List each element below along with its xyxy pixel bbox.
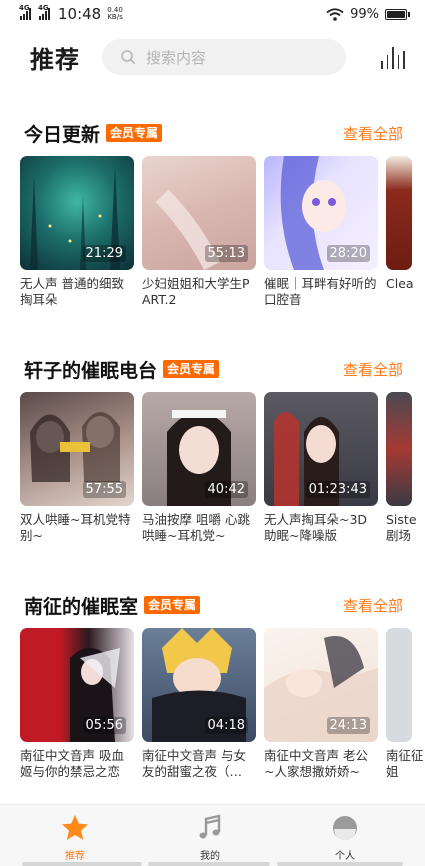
- card-thumbnail: 24:13: [264, 628, 378, 742]
- audio-card[interactable]: 24:13 南征中文音声 老公~人家想撒娇娇~: [264, 628, 378, 780]
- audio-card[interactable]: 04:18 南征中文音声 与女友的甜蜜之夜（…: [142, 628, 256, 780]
- profile-circle-icon: [333, 816, 357, 840]
- card-title: 少妇姐姐和大学生PART.2: [142, 276, 250, 307]
- audio-card[interactable]: 55:13 少妇姐姐和大学生PART.2: [142, 156, 256, 308]
- card-title: 无人声掏耳朵~3D助眠~降噪版: [264, 512, 368, 543]
- status-right: 99%: [326, 6, 410, 22]
- search-icon: [121, 50, 136, 65]
- network-speed: 0.40 KB/s: [107, 7, 123, 21]
- tab-label: 我的: [200, 851, 220, 862]
- tab-indicator: [148, 862, 270, 866]
- section-nanzheng-room: 南征的催眠室 会员专属 查看全部 05:56 南征中文音声 吸血姬与你的禁忌之恋: [0, 592, 425, 792]
- status-bar: 4G 4G 10:48 0.40 KB/s 99%: [0, 0, 425, 28]
- section-today-updates: 今日更新 会员专属 查看全部 21:29 无人声 普通的细致掏耳朵 55:13 …: [0, 120, 425, 320]
- card-thumbnail: [386, 156, 412, 270]
- card-title: 无人声 普通的细致掏耳朵: [20, 276, 124, 307]
- duration-label: 40:42: [204, 481, 248, 498]
- duration-label: 21:29: [82, 245, 126, 262]
- card-thumbnail: 57:55: [20, 392, 134, 506]
- duration-label: 24:13: [326, 717, 370, 734]
- section-header: 今日更新 会员专属 查看全部: [24, 120, 403, 146]
- signal-icon: 4G: [19, 4, 31, 20]
- star-icon: [62, 815, 88, 840]
- card-title: 双人哄睡~耳机党特别~: [20, 512, 131, 543]
- card-title: 马油按摩 咀嚼 心跳 哄睡~耳机党~: [142, 512, 250, 543]
- audio-card[interactable]: Siste剧场: [386, 392, 425, 544]
- card-title: 催眠｜耳畔有好听的口腔音: [264, 276, 377, 307]
- network-type-label: 4G: [38, 4, 49, 12]
- see-all-link[interactable]: 查看全部: [343, 359, 403, 380]
- clock: 10:48: [58, 5, 102, 23]
- battery-percent: 99%: [350, 6, 379, 22]
- card-thumbnail: 40:42: [142, 392, 256, 506]
- tab-label: 个人: [335, 851, 355, 862]
- card-title: 南征征姐: [386, 748, 424, 779]
- search-input[interactable]: 搜索内容: [102, 39, 346, 75]
- tab-mine[interactable]: 我的: [150, 805, 270, 866]
- wifi-icon: [326, 7, 344, 21]
- duration-label: 05:56: [82, 717, 126, 734]
- audio-card[interactable]: 57:55 双人哄睡~耳机党特别~: [20, 392, 134, 544]
- battery-icon: [385, 8, 410, 20]
- audio-card[interactable]: 01:23:43 无人声掏耳朵~3D助眠~降噪版: [264, 392, 378, 544]
- section-title: 轩子的催眠电台: [24, 359, 158, 382]
- card-title: 南征中文音声 吸血姬与你的禁忌之恋: [20, 748, 124, 779]
- tab-indicator: [277, 862, 403, 866]
- audio-card[interactable]: Clea: [386, 156, 425, 308]
- card-title: Siste剧场: [386, 512, 417, 543]
- audio-card[interactable]: 40:42 马油按摩 咀嚼 心跳 哄睡~耳机党~: [142, 392, 256, 544]
- card-title: 南征中文音声 老公~人家想撒娇娇~: [264, 748, 368, 779]
- section-header: 南征的催眠室 会员专属 查看全部: [24, 592, 403, 618]
- card-thumbnail: 28:20: [264, 156, 378, 270]
- music-note-icon: [199, 814, 221, 839]
- card-row: 21:29 无人声 普通的细致掏耳朵 55:13 少妇姐姐和大学生PART.2 …: [20, 156, 425, 316]
- audio-card[interactable]: 南征征姐: [386, 628, 425, 780]
- section-title: 南征的催眠室: [24, 595, 139, 618]
- audio-card[interactable]: 28:20 催眠｜耳畔有好听的口腔音: [264, 156, 378, 308]
- section-title: 今日更新: [24, 123, 101, 146]
- tab-indicator: [22, 862, 142, 866]
- duration-label: 57:55: [82, 481, 126, 498]
- network-type-label: 4G: [19, 4, 30, 12]
- header: 推荐 搜索内容: [0, 36, 425, 78]
- status-left: 4G 4G 10:48 0.40 KB/s: [19, 4, 123, 23]
- section-header: 轩子的催眠电台 会员专属 查看全部: [24, 356, 403, 382]
- tab-profile[interactable]: 个人: [285, 805, 405, 866]
- card-thumbnail: 05:56: [20, 628, 134, 742]
- card-thumbnail: [386, 392, 412, 506]
- vip-badge: 会员专属: [144, 596, 201, 614]
- card-title: Clea: [386, 276, 414, 291]
- equalizer-icon[interactable]: [379, 45, 405, 69]
- signal-icon: 4G: [38, 4, 50, 20]
- bottom-tab-bar: 推荐 我的 个人: [0, 804, 425, 866]
- duration-label: 28:20: [326, 245, 370, 262]
- audio-card[interactable]: 21:29 无人声 普通的细致掏耳朵: [20, 156, 134, 308]
- vip-badge: 会员专属: [106, 124, 163, 142]
- search-placeholder: 搜索内容: [146, 48, 207, 67]
- vip-badge: 会员专属: [163, 360, 220, 378]
- audio-card[interactable]: 05:56 南征中文音声 吸血姬与你的禁忌之恋: [20, 628, 134, 780]
- card-row: 57:55 双人哄睡~耳机党特别~ 40:42 马油按摩 咀嚼 心跳 哄睡~耳机…: [20, 392, 425, 552]
- duration-label: 04:18: [204, 717, 248, 734]
- card-thumbnail: 01:23:43: [264, 392, 378, 506]
- network-speed-unit: KB/s: [107, 13, 123, 21]
- card-thumbnail: [386, 628, 412, 742]
- tab-recommend[interactable]: 推荐: [15, 805, 135, 866]
- card-thumbnail: 04:18: [142, 628, 256, 742]
- card-row: 05:56 南征中文音声 吸血姬与你的禁忌之恋 04:18 南征中文音声 与女友…: [20, 628, 425, 788]
- see-all-link[interactable]: 查看全部: [343, 595, 403, 616]
- card-title: 南征中文音声 与女友的甜蜜之夜（…: [142, 748, 246, 779]
- duration-label: 55:13: [204, 245, 248, 262]
- card-thumbnail: 21:29: [20, 156, 134, 270]
- section-xuanzi-radio: 轩子的催眠电台 会员专属 查看全部 57:55 双人哄睡~耳机党特别~ 40:4…: [0, 356, 425, 556]
- page-title: 推荐: [30, 45, 80, 74]
- card-thumbnail: 55:13: [142, 156, 256, 270]
- duration-label: 01:23:43: [305, 481, 370, 498]
- see-all-link[interactable]: 查看全部: [343, 123, 403, 144]
- tab-label: 推荐: [65, 851, 85, 862]
